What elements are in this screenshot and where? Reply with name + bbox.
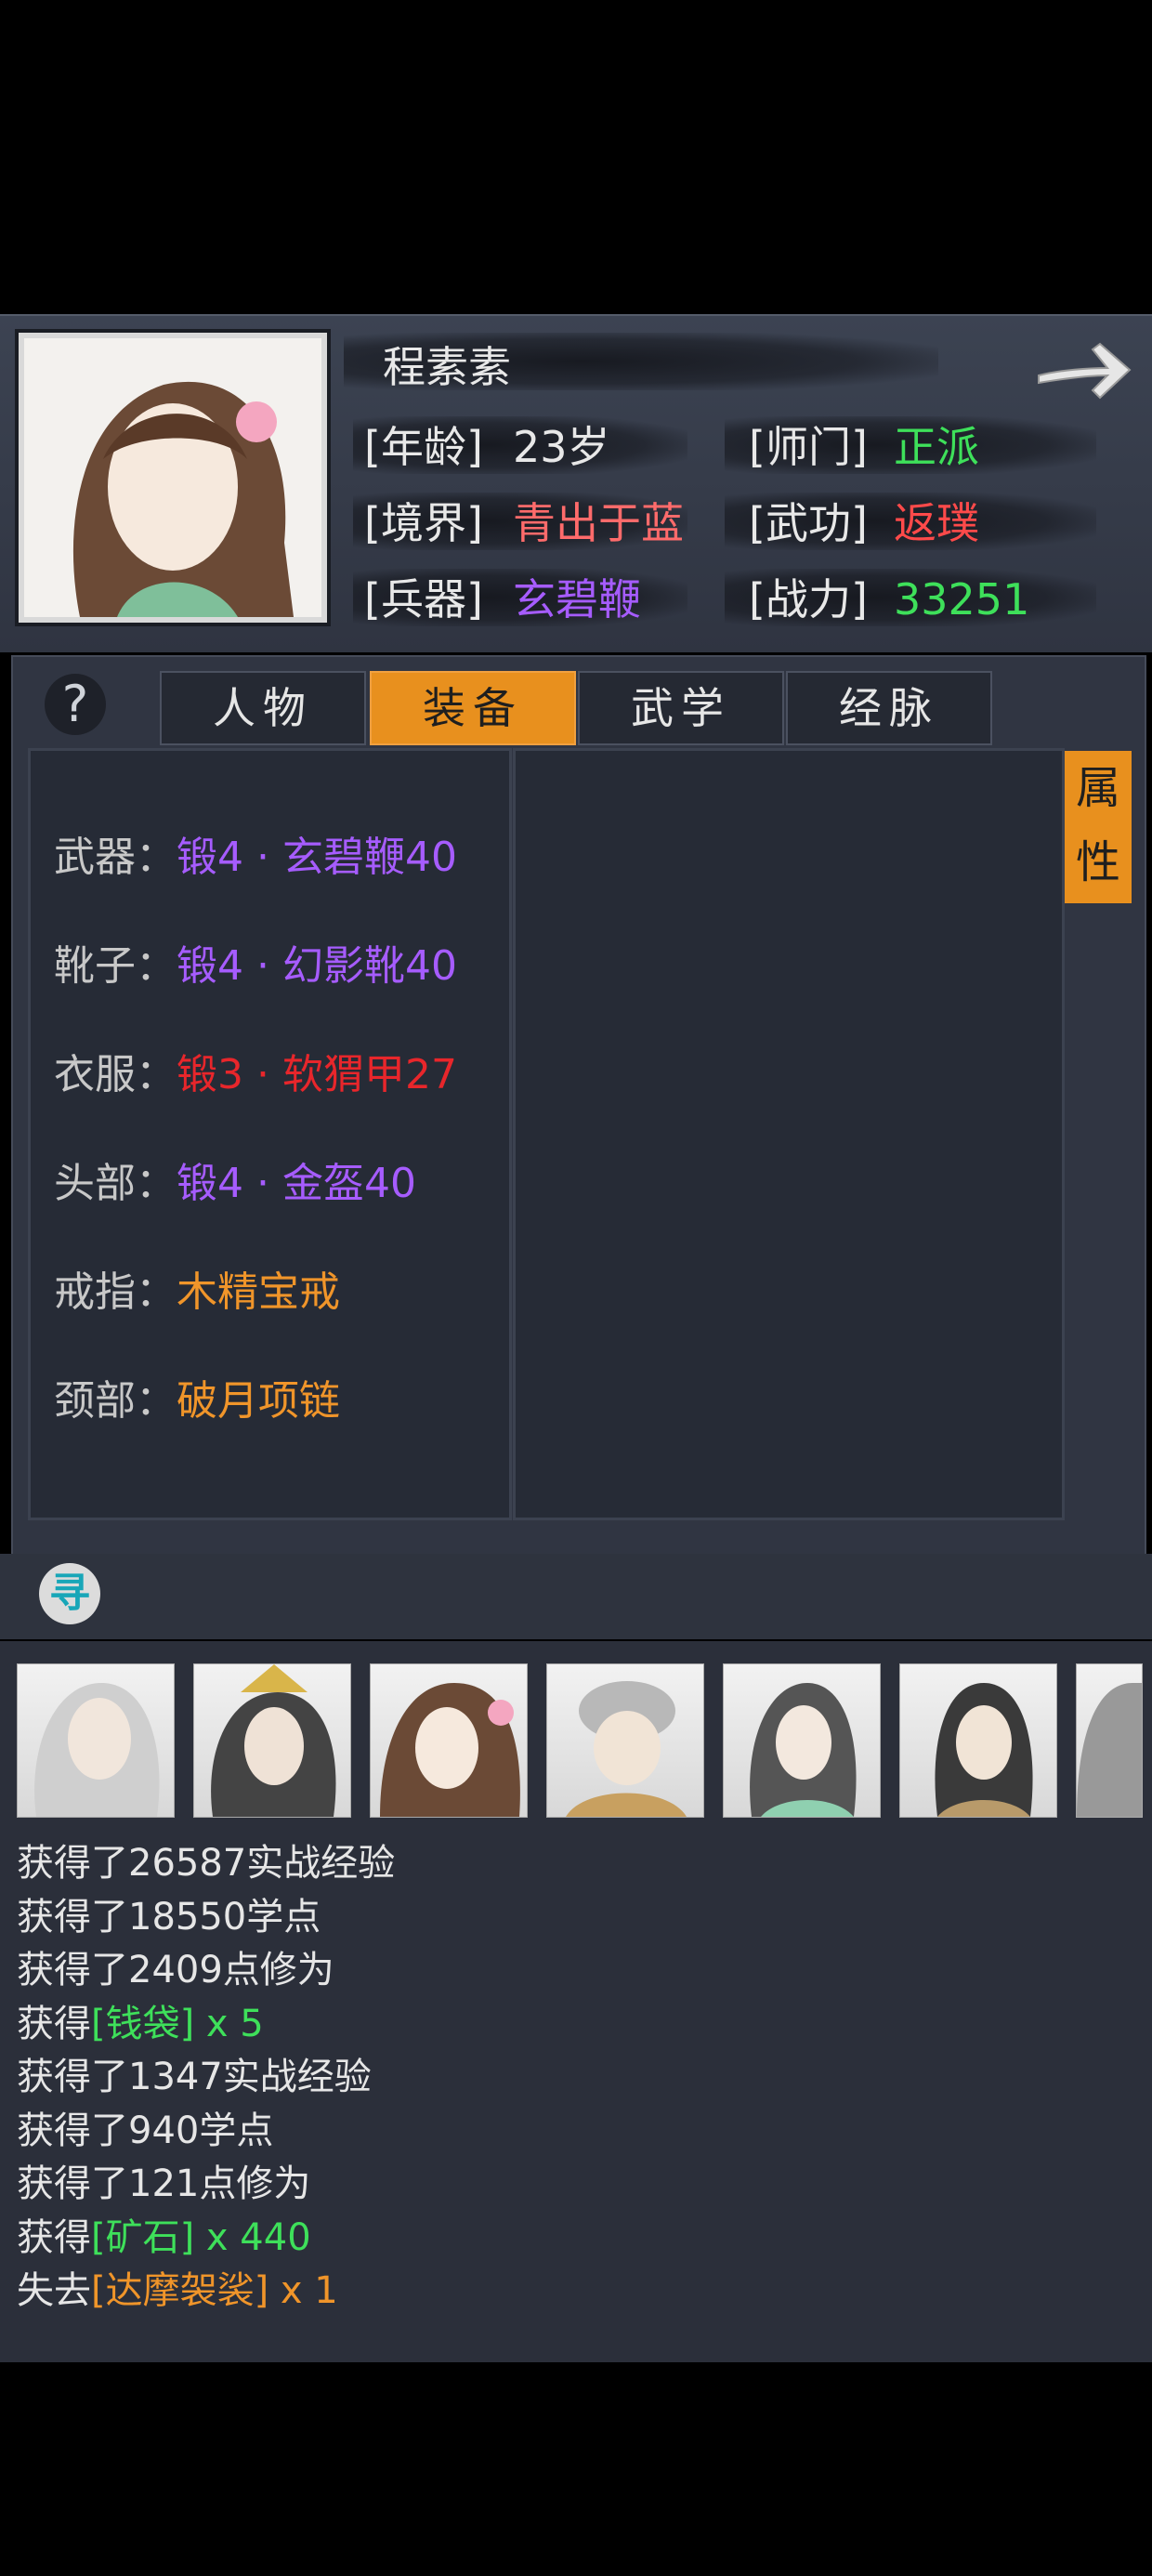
equipment-slot-label: 头部： [54,1160,177,1207]
log-line: 获得[矿石] x 440 [17,2207,311,2261]
info-label: [年龄] [364,422,483,472]
info-value: 33251 [894,574,1030,624]
tab-equipment[interactable]: 装备 [370,671,576,745]
log-line: 获得了26587实战经验 [17,1833,395,1886]
equipment-slot-label: 靴子： [54,942,177,990]
log-text: 失去 [17,2269,91,2312]
seek-icon[interactable]: 寻 [39,1563,100,1624]
log-line: 获得了1347实战经验 [17,2046,372,2100]
attribute-tab-char-2: 性 [1075,836,1120,888]
log-text: 获得了1347实战经验 [17,2056,372,2098]
equipment-detail-pane [513,748,1065,1520]
next-arrow-icon[interactable] [1033,333,1135,411]
info-label: [武功] [749,498,868,548]
tab-character[interactable]: 人物 [160,671,366,745]
log-text: 获得了26587实战经验 [17,1842,396,1885]
equipment-item-name: 锻4 · 幻影靴40 [177,942,457,990]
seek-bar [0,1554,1152,1639]
tab-meridians[interactable]: 经脉 [786,671,992,745]
info-label: [师门] [749,422,868,472]
log-line: 获得[钱袋] x 5 [17,1993,264,2047]
equipment-slot-label: 戒指： [54,1268,177,1316]
equipment-slot-label: 武器： [54,834,177,881]
equipment-item-name: 锻3 · 软猬甲27 [177,1051,457,1098]
companion-portrait[interactable] [899,1663,1057,1818]
equipment-slot[interactable]: 靴子：锻4 · 幻影靴40 [54,932,457,992]
info-label: [境界] [364,498,483,548]
equipment-slot[interactable]: 武器：锻4 · 玄碧鞭40 [54,823,457,883]
info-value: 23岁 [513,422,610,472]
log-item: [达摩袈裟] x 1 [91,2269,338,2312]
info-label: [战力] [749,574,868,624]
equipment-slot[interactable]: 戒指：木精宝戒 [54,1258,340,1318]
info-value: 青出于蓝 [513,498,684,548]
log-text: 获得 [17,2215,91,2259]
log-line: 获得了2409点修为 [17,1939,334,1993]
tab-martial-arts[interactable]: 武学 [578,671,784,745]
equipment-slot[interactable]: 颈部：破月项链 [54,1367,340,1426]
attribute-tab-char-1: 属 [1075,762,1120,814]
log-line: 获得了121点修为 [17,2153,310,2207]
character-portrait [19,333,327,623]
character-name: 程素素 [383,342,511,392]
equipment-item-name: 木精宝戒 [177,1268,340,1316]
info-label: [兵器] [364,574,483,624]
equipment-slot[interactable]: 衣服：锻3 · 软猬甲27 [54,1041,457,1100]
log-item: [钱袋] x 5 [91,2002,264,2045]
equipment-slot[interactable]: 头部：锻4 · 金盔40 [54,1150,416,1209]
log-text: 获得 [17,2002,91,2045]
log-item: [矿石] x 440 [91,2215,311,2259]
help-icon[interactable]: ? [45,674,106,735]
log-text: 获得了18550学点 [17,1895,321,1939]
companion-portrait[interactable] [1076,1663,1143,1818]
log-text: 获得了121点修为 [17,2162,311,2205]
log-line: 获得了940学点 [17,2100,273,2154]
info-value: 正派 [894,422,979,472]
log-text: 获得了2409点修为 [17,1949,334,1991]
equipment-slot-label: 衣服： [54,1051,177,1098]
info-value: 返璞 [894,498,979,548]
companion-portrait[interactable] [546,1663,704,1818]
log-line: 获得了18550学点 [17,1886,321,1940]
log-line: 失去[达摩袈裟] x 1 [17,2260,338,2314]
info-value: 玄碧鞭 [513,574,641,624]
equipment-slot-label: 颈部： [54,1377,177,1425]
companion-portrait[interactable] [370,1663,528,1818]
equipment-item-name: 锻4 · 金盔40 [177,1160,416,1207]
attribute-tab[interactable]: 属 性 [1065,751,1132,903]
companion-portrait[interactable] [17,1663,175,1818]
companion-portrait[interactable] [193,1663,351,1818]
companion-portrait[interactable] [723,1663,881,1818]
equipment-item-name: 破月项链 [177,1377,340,1425]
log-text: 获得了940学点 [17,2109,274,2152]
equipment-item-name: 锻4 · 玄碧鞭40 [177,834,457,881]
